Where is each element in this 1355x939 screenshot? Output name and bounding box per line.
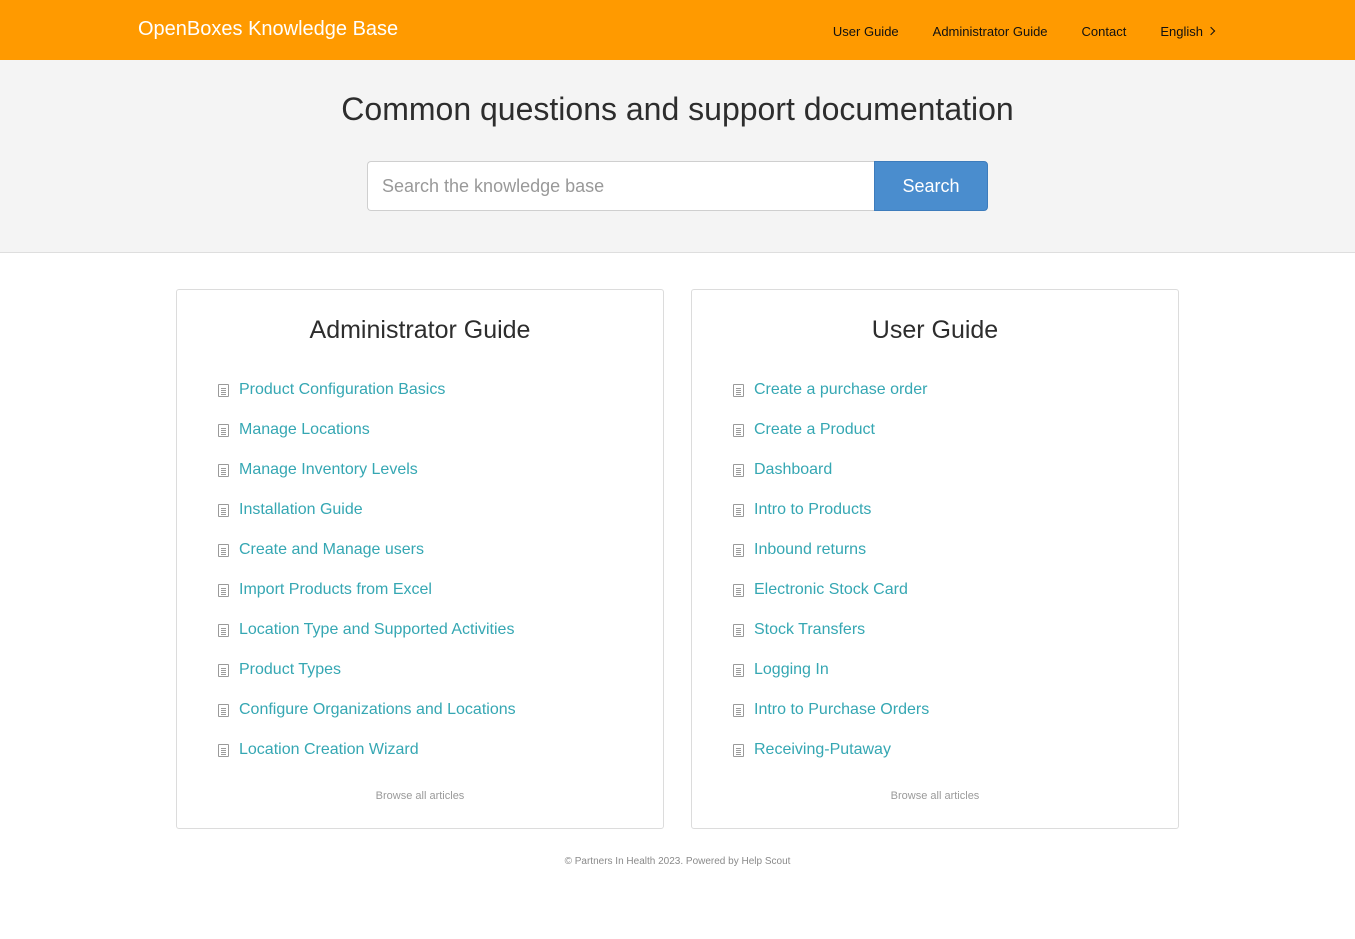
- list-item: Product Types: [218, 650, 663, 690]
- card-title: User Guide: [871, 316, 999, 344]
- document-icon: [733, 463, 744, 477]
- article-link[interactable]: Configure Organizations and Locations: [239, 701, 516, 719]
- page-title: Common questions and support documentati…: [341, 91, 1014, 127]
- category-cards: Administrator Guide Product Configuratio…: [176, 289, 1179, 829]
- search-input[interactable]: [367, 161, 874, 211]
- document-icon: [218, 383, 229, 397]
- list-item: Electronic Stock Card: [733, 570, 1178, 610]
- document-icon: [218, 583, 229, 597]
- document-icon: [733, 743, 744, 757]
- card-title: Administrator Guide: [309, 316, 531, 344]
- article-link[interactable]: Create and Manage users: [239, 541, 424, 559]
- document-icon: [218, 503, 229, 517]
- category-card-administrator-guide: Administrator Guide Product Configuratio…: [176, 289, 664, 829]
- article-list: Create a purchase order Create a Product…: [692, 370, 1178, 770]
- article-link[interactable]: Location Type and Supported Activities: [239, 621, 514, 639]
- document-icon: [733, 503, 744, 517]
- search-button[interactable]: Search: [874, 161, 988, 211]
- document-icon: [218, 543, 229, 557]
- document-icon: [733, 543, 744, 557]
- list-item: Stock Transfers: [733, 610, 1178, 650]
- browse-all-articles-link[interactable]: Browse all articles: [692, 790, 1178, 802]
- article-link[interactable]: Receiving-Putaway: [754, 741, 891, 759]
- language-selector[interactable]: English: [1160, 24, 1216, 39]
- article-link[interactable]: Create a purchase order: [754, 381, 927, 399]
- list-item: Dashboard: [733, 450, 1178, 490]
- footer-copyright: © Partners In Health 2023. Powered by He…: [564, 856, 791, 867]
- nav-administrator-guide[interactable]: Administrator Guide: [933, 24, 1048, 39]
- document-icon: [733, 623, 744, 637]
- chevron-right-icon: [1206, 26, 1216, 36]
- article-link[interactable]: Import Products from Excel: [239, 581, 432, 599]
- article-link[interactable]: Manage Inventory Levels: [239, 461, 418, 479]
- search-form: Search: [367, 161, 988, 211]
- article-link[interactable]: Intro to Products: [754, 501, 871, 519]
- list-item: Create and Manage users: [218, 530, 663, 570]
- nav-contact[interactable]: Contact: [1082, 24, 1127, 39]
- article-link[interactable]: Intro to Purchase Orders: [754, 701, 929, 719]
- document-icon: [733, 383, 744, 397]
- main-nav: User Guide Administrator Guide Contact E…: [833, 24, 1216, 39]
- article-link[interactable]: Installation Guide: [239, 501, 363, 519]
- list-item: Location Type and Supported Activities: [218, 610, 663, 650]
- list-item: Create a Product: [733, 410, 1178, 450]
- list-item: Import Products from Excel: [218, 570, 663, 610]
- list-item: Manage Locations: [218, 410, 663, 450]
- article-link[interactable]: Location Creation Wizard: [239, 741, 419, 759]
- article-link[interactable]: Inbound returns: [754, 541, 866, 559]
- list-item: Inbound returns: [733, 530, 1178, 570]
- document-icon: [218, 423, 229, 437]
- document-icon: [218, 663, 229, 677]
- article-link[interactable]: Stock Transfers: [754, 621, 865, 639]
- article-link[interactable]: Dashboard: [754, 461, 832, 479]
- document-icon: [218, 623, 229, 637]
- list-item: Intro to Products: [733, 490, 1178, 530]
- document-icon: [733, 583, 744, 597]
- article-link[interactable]: Logging In: [754, 661, 829, 679]
- list-item: Create a purchase order: [733, 370, 1178, 410]
- article-link[interactable]: Electronic Stock Card: [754, 581, 908, 599]
- article-link[interactable]: Manage Locations: [239, 421, 370, 439]
- list-item: Manage Inventory Levels: [218, 450, 663, 490]
- document-icon: [218, 703, 229, 717]
- article-link[interactable]: Product Types: [239, 661, 341, 679]
- nav-user-guide[interactable]: User Guide: [833, 24, 899, 39]
- article-list: Product Configuration Basics Manage Loca…: [177, 370, 663, 770]
- list-item: Logging In: [733, 650, 1178, 690]
- document-icon: [218, 743, 229, 757]
- document-icon: [733, 423, 744, 437]
- list-item: Installation Guide: [218, 490, 663, 530]
- top-navbar: OpenBoxes Knowledge Base User Guide Admi…: [0, 0, 1355, 60]
- document-icon: [733, 703, 744, 717]
- document-icon: [218, 463, 229, 477]
- list-item: Receiving-Putaway: [733, 730, 1178, 770]
- list-item: Configure Organizations and Locations: [218, 690, 663, 730]
- document-icon: [733, 663, 744, 677]
- list-item: Intro to Purchase Orders: [733, 690, 1178, 730]
- brand-link[interactable]: OpenBoxes Knowledge Base: [138, 18, 398, 41]
- list-item: Product Configuration Basics: [218, 370, 663, 410]
- language-label: English: [1160, 24, 1203, 39]
- article-link[interactable]: Create a Product: [754, 421, 875, 439]
- list-item: Location Creation Wizard: [218, 730, 663, 770]
- category-card-user-guide: User Guide Create a purchase order Creat…: [691, 289, 1179, 829]
- search-hero: Common questions and support documentati…: [0, 60, 1355, 253]
- article-link[interactable]: Product Configuration Basics: [239, 381, 445, 399]
- browse-all-articles-link[interactable]: Browse all articles: [177, 790, 663, 802]
